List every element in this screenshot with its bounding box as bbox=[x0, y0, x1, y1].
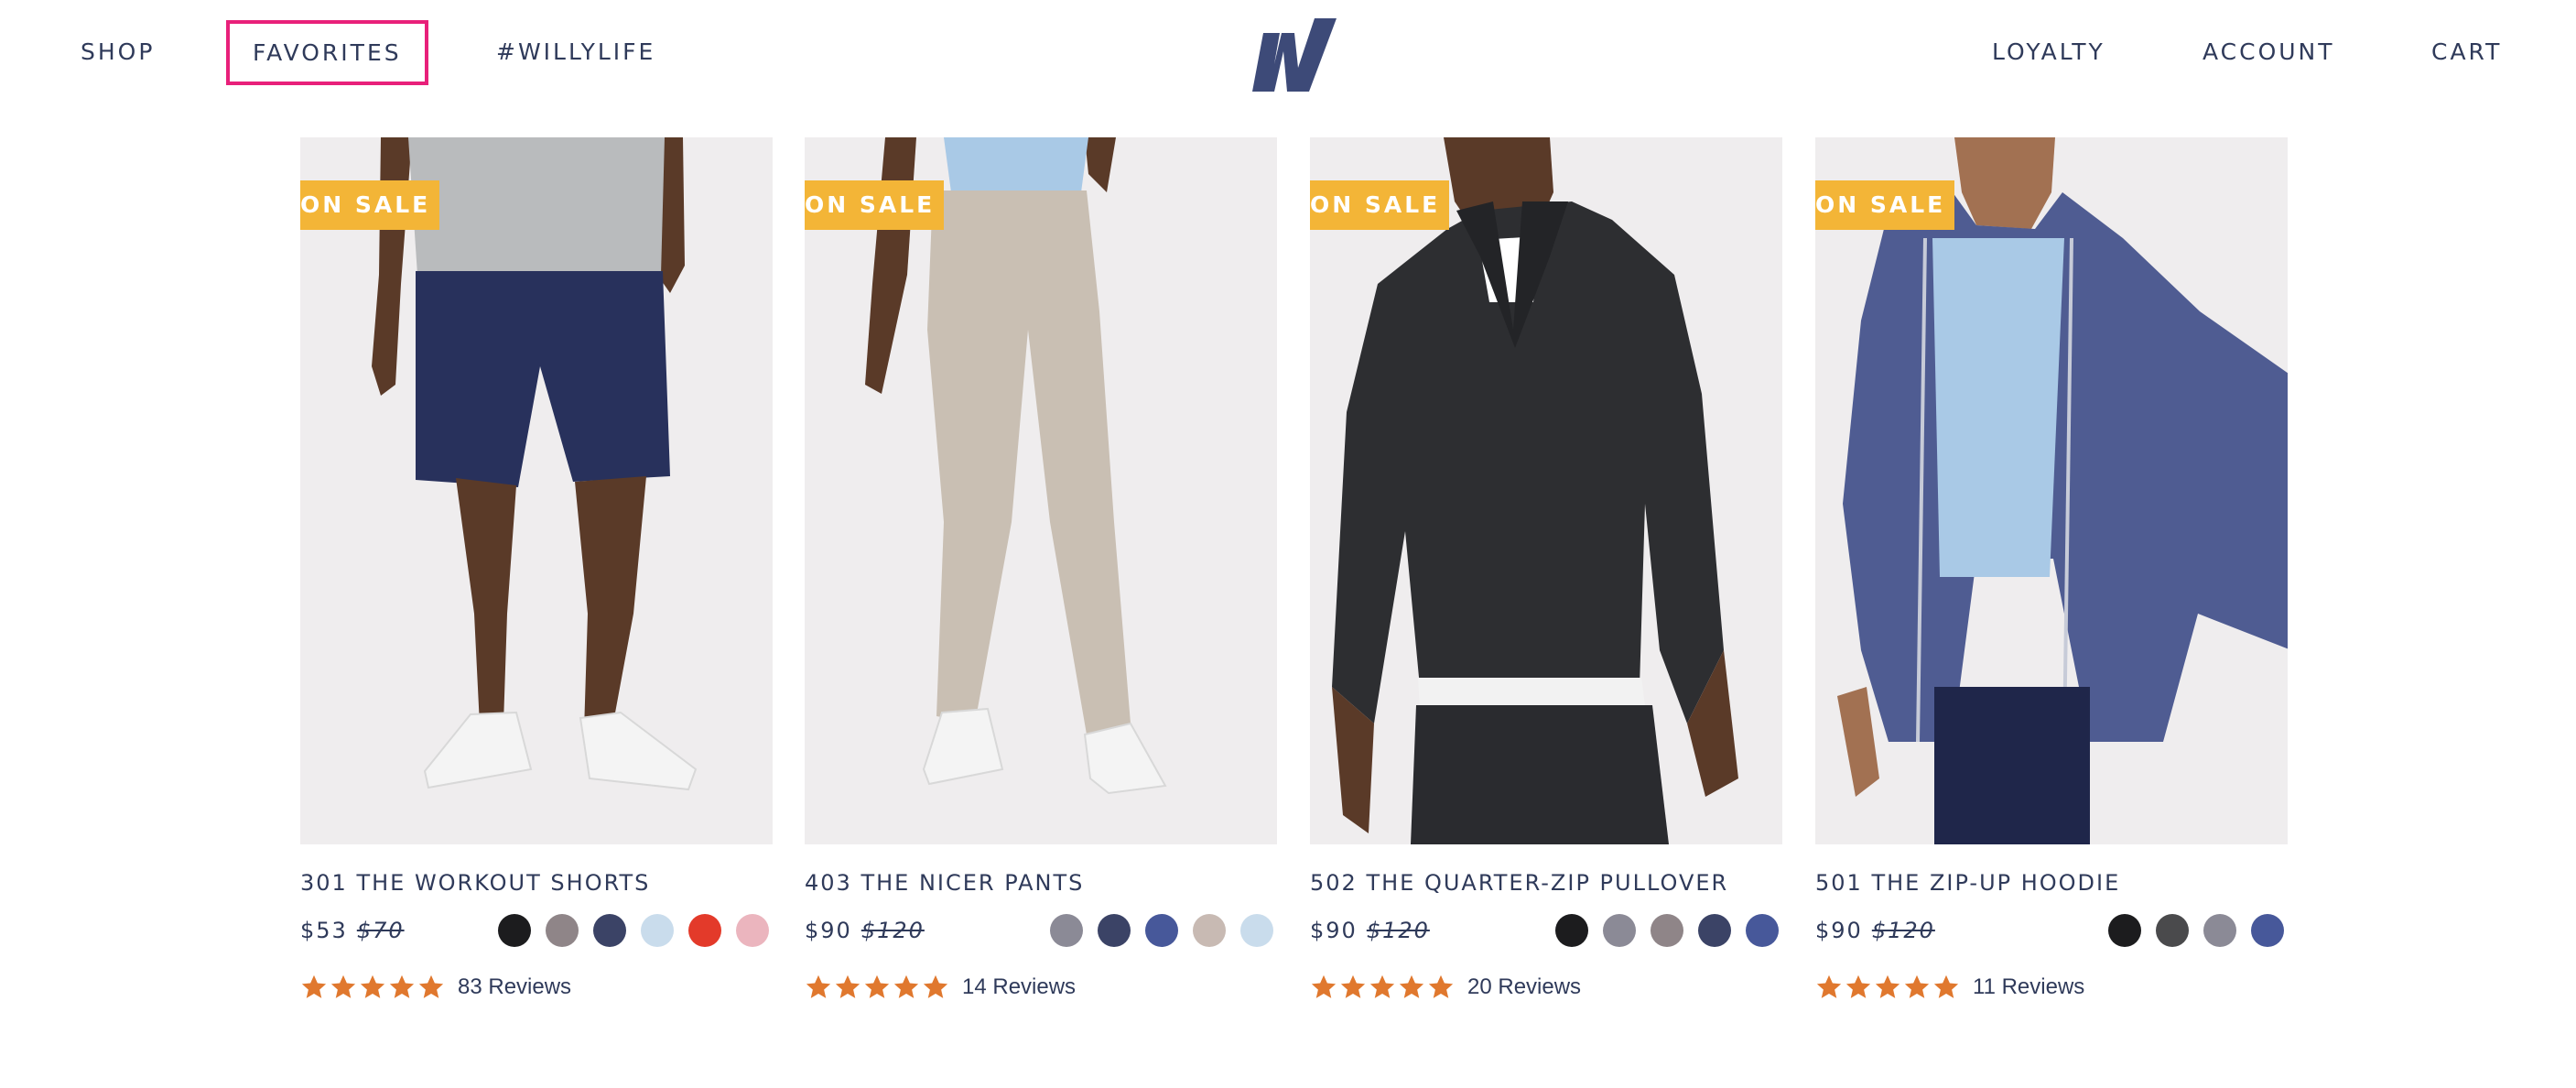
original-price: $120 bbox=[860, 918, 925, 943]
reviews-link[interactable]: 11 Reviews bbox=[1973, 974, 2084, 1000]
rating-row[interactable]: 11 Reviews bbox=[1815, 969, 2288, 1006]
color-swatch[interactable] bbox=[1698, 914, 1731, 947]
price-row: $90 $120 bbox=[805, 912, 1277, 949]
color-swatch[interactable] bbox=[546, 914, 579, 947]
product-name[interactable]: 501 THE ZIP-UP HOODIE bbox=[1815, 870, 2288, 899]
nav-shop-link[interactable]: SHOP bbox=[81, 38, 155, 65]
color-swatch[interactable] bbox=[688, 914, 721, 947]
color-swatches bbox=[498, 914, 773, 947]
on-sale-badge: ON SALE bbox=[805, 180, 945, 230]
nav-willylife-link[interactable]: #WILLYLIFE bbox=[496, 38, 655, 65]
product-name[interactable]: 502 THE QUARTER-ZIP PULLOVER bbox=[1310, 870, 1782, 899]
star-icon bbox=[1428, 974, 1454, 998]
product-image-nicer-pants[interactable]: ON SALE bbox=[805, 137, 1277, 844]
star-rating bbox=[1310, 974, 1455, 1001]
star-icon bbox=[1816, 974, 1842, 998]
sale-price: $90 bbox=[1310, 918, 1358, 943]
star-icon bbox=[360, 974, 385, 998]
original-price: $120 bbox=[1366, 918, 1430, 943]
star-icon bbox=[806, 974, 831, 998]
product-card-nicer-pants[interactable]: ON SALE 403 THE NICER PANTS $90 $120 14 … bbox=[805, 137, 1277, 1006]
star-rating bbox=[1815, 974, 1960, 1001]
star-icon bbox=[1904, 974, 1930, 998]
product-name[interactable]: 301 THE WORKOUT SHORTS bbox=[300, 870, 773, 899]
reviews-link[interactable]: 14 Reviews bbox=[962, 974, 1076, 1000]
star-icon bbox=[1369, 974, 1395, 998]
color-swatch[interactable] bbox=[2156, 914, 2189, 947]
star-icon bbox=[1311, 974, 1337, 998]
product-card-quarter-zip-pullover[interactable]: ON SALE 502 THE QUARTER-ZIP PULLOVER $90… bbox=[1310, 137, 1782, 1006]
star-icon bbox=[864, 974, 890, 998]
star-icon bbox=[1340, 974, 1366, 998]
color-swatch[interactable] bbox=[1746, 914, 1779, 947]
product-image-zip-up-hoodie[interactable]: ON SALE bbox=[1815, 137, 2288, 844]
star-icon bbox=[1933, 974, 1959, 998]
color-swatch[interactable] bbox=[1098, 914, 1131, 947]
color-swatch[interactable] bbox=[1193, 914, 1226, 947]
color-swatch[interactable] bbox=[1050, 914, 1083, 947]
color-swatch[interactable] bbox=[1651, 914, 1683, 947]
reviews-link[interactable]: 20 Reviews bbox=[1467, 974, 1581, 1000]
willy-w-logo-icon bbox=[1252, 18, 1337, 92]
color-swatch[interactable] bbox=[2251, 914, 2284, 947]
star-icon bbox=[835, 974, 860, 998]
star-rating bbox=[805, 974, 949, 1001]
product-card-zip-up-hoodie[interactable]: ON SALE 501 THE ZIP-UP HOODIE $90 $120 1… bbox=[1815, 137, 2288, 1006]
color-swatch[interactable] bbox=[1145, 914, 1178, 947]
color-swatch[interactable] bbox=[593, 914, 626, 947]
nav-cart-link[interactable]: CART bbox=[2431, 38, 2502, 65]
price-row: $53 $70 bbox=[300, 912, 773, 949]
color-swatches bbox=[2108, 914, 2288, 947]
star-icon bbox=[418, 974, 444, 998]
color-swatch[interactable] bbox=[498, 914, 531, 947]
star-rating bbox=[300, 974, 445, 1001]
on-sale-badge: ON SALE bbox=[300, 180, 440, 230]
star-icon bbox=[1845, 974, 1871, 998]
price-row: $90 $120 bbox=[1310, 912, 1782, 949]
product-image-quarter-zip-pullover[interactable]: ON SALE bbox=[1310, 137, 1782, 844]
color-swatches bbox=[1050, 914, 1277, 947]
nav-loyalty-link[interactable]: LOYALTY bbox=[1992, 38, 2105, 65]
color-swatches bbox=[1555, 914, 1782, 947]
on-sale-badge: ON SALE bbox=[1815, 180, 1955, 230]
star-icon bbox=[330, 974, 356, 998]
nav-account-link[interactable]: ACCOUNT bbox=[2203, 38, 2335, 65]
product-card-workout-shorts[interactable]: ON SALE 301 THE WORKOUT SHORTS $53 $70 8… bbox=[300, 137, 773, 1006]
product-image-workout-shorts[interactable]: ON SALE bbox=[300, 137, 773, 844]
color-swatch[interactable] bbox=[1240, 914, 1273, 947]
price-row: $90 $120 bbox=[1815, 912, 2288, 949]
color-swatch[interactable] bbox=[641, 914, 674, 947]
color-swatch[interactable] bbox=[1555, 914, 1588, 947]
star-icon bbox=[389, 974, 415, 998]
product-name[interactable]: 403 THE NICER PANTS bbox=[805, 870, 1277, 899]
willy-w-logo[interactable] bbox=[1247, 15, 1338, 95]
rating-row[interactable]: 83 Reviews bbox=[300, 969, 773, 1006]
original-price: $70 bbox=[356, 918, 405, 943]
model-hoodie-illustration bbox=[1815, 137, 2288, 844]
sale-price: $53 bbox=[300, 918, 348, 943]
rating-row[interactable]: 20 Reviews bbox=[1310, 969, 1782, 1006]
sale-price: $90 bbox=[1815, 918, 1863, 943]
star-icon bbox=[923, 974, 948, 998]
star-icon bbox=[893, 974, 919, 998]
sale-price: $90 bbox=[805, 918, 852, 943]
color-swatch[interactable] bbox=[2203, 914, 2236, 947]
color-swatch[interactable] bbox=[736, 914, 769, 947]
color-swatch[interactable] bbox=[1603, 914, 1636, 947]
star-icon bbox=[301, 974, 327, 998]
model-pullover-illustration bbox=[1310, 137, 1782, 844]
star-icon bbox=[1875, 974, 1900, 998]
color-swatch[interactable] bbox=[2108, 914, 2141, 947]
nav-favorites-link[interactable]: FAVORITES bbox=[226, 20, 428, 85]
model-pants-illustration bbox=[805, 137, 1277, 844]
original-price: $120 bbox=[1871, 918, 1935, 943]
model-shorts-illustration bbox=[300, 137, 773, 844]
star-icon bbox=[1399, 974, 1424, 998]
rating-row[interactable]: 14 Reviews bbox=[805, 969, 1277, 1006]
reviews-link[interactable]: 83 Reviews bbox=[458, 974, 571, 1000]
on-sale-badge: ON SALE bbox=[1310, 180, 1450, 230]
